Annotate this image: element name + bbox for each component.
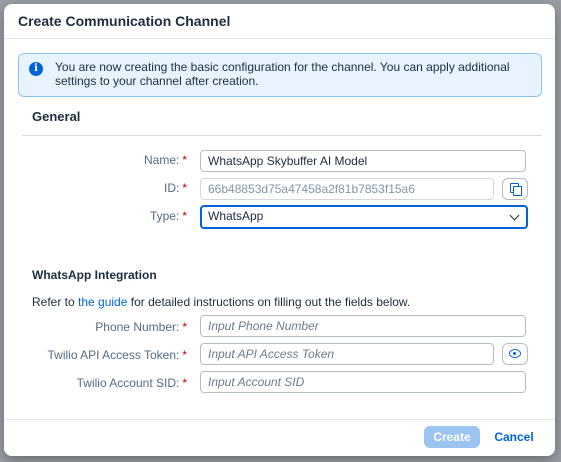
required-marker: * <box>182 153 187 167</box>
help-text-prefix: Refer to <box>32 295 79 309</box>
sid-label-text: Twilio Account SID: <box>76 376 180 390</box>
required-marker: * <box>182 348 187 362</box>
eye-icon <box>509 349 521 358</box>
show-token-button[interactable] <box>502 343 528 365</box>
phone-label-text: Phone Number: <box>95 320 180 334</box>
id-input[interactable]: 66b48853d75a47458a2f81b7853f15a6 <box>200 178 494 200</box>
required-marker: * <box>182 376 187 390</box>
token-label-text: Twilio API Access Token: <box>47 348 180 362</box>
required-marker: * <box>182 320 187 334</box>
account-sid-input[interactable]: Input Account SID <box>200 371 526 393</box>
help-text-suffix: for detailed instructions on filling out… <box>127 295 411 309</box>
required-marker: * <box>182 181 187 195</box>
id-label-text: ID: <box>163 181 180 195</box>
type-select[interactable]: WhatsApp <box>200 205 528 229</box>
help-text: Refer to the guide for detailed instruct… <box>32 295 410 309</box>
name-input[interactable]: WhatsApp Skybuffer AI Model <box>200 150 526 172</box>
create-channel-dialog: Create Communication Channel i You are n… <box>4 4 555 456</box>
type-label-text: Type: <box>149 209 180 223</box>
dialog-footer: Create Cancel <box>4 419 555 456</box>
phone-label: Phone Number: * <box>95 320 187 334</box>
copy-id-button[interactable] <box>502 178 528 200</box>
required-marker: * <box>182 209 187 223</box>
guide-link[interactable]: the guide <box>78 295 127 309</box>
name-label: Name: * <box>144 153 187 167</box>
type-select-value: WhatsApp <box>208 209 264 223</box>
dialog-header: Create Communication Channel <box>4 4 555 39</box>
phone-number-input[interactable]: Input Phone Number <box>200 315 526 337</box>
sid-label: Twilio Account SID: * <box>77 376 187 390</box>
create-button[interactable]: Create <box>424 426 480 448</box>
name-label-text: Name: <box>143 153 180 167</box>
id-label: ID: * <box>164 181 187 195</box>
cancel-button[interactable]: Cancel <box>488 426 540 448</box>
chevron-down-icon <box>509 210 520 221</box>
general-section-title: General <box>32 109 81 124</box>
info-message-strip: i You are now creating the basic configu… <box>18 53 542 97</box>
token-label: Twilio API Access Token: * <box>47 348 187 362</box>
copy-icon-front <box>513 186 522 196</box>
info-message-text: You are now creating the basic configura… <box>55 60 510 88</box>
type-label: Type: * <box>150 209 187 223</box>
api-token-input[interactable]: Input API Access Token <box>200 343 494 365</box>
info-icon: i <box>29 62 43 76</box>
whatsapp-integration-title: WhatsApp Integration <box>32 268 157 282</box>
dialog-title: Create Communication Channel <box>18 13 231 29</box>
section-divider <box>22 135 542 136</box>
